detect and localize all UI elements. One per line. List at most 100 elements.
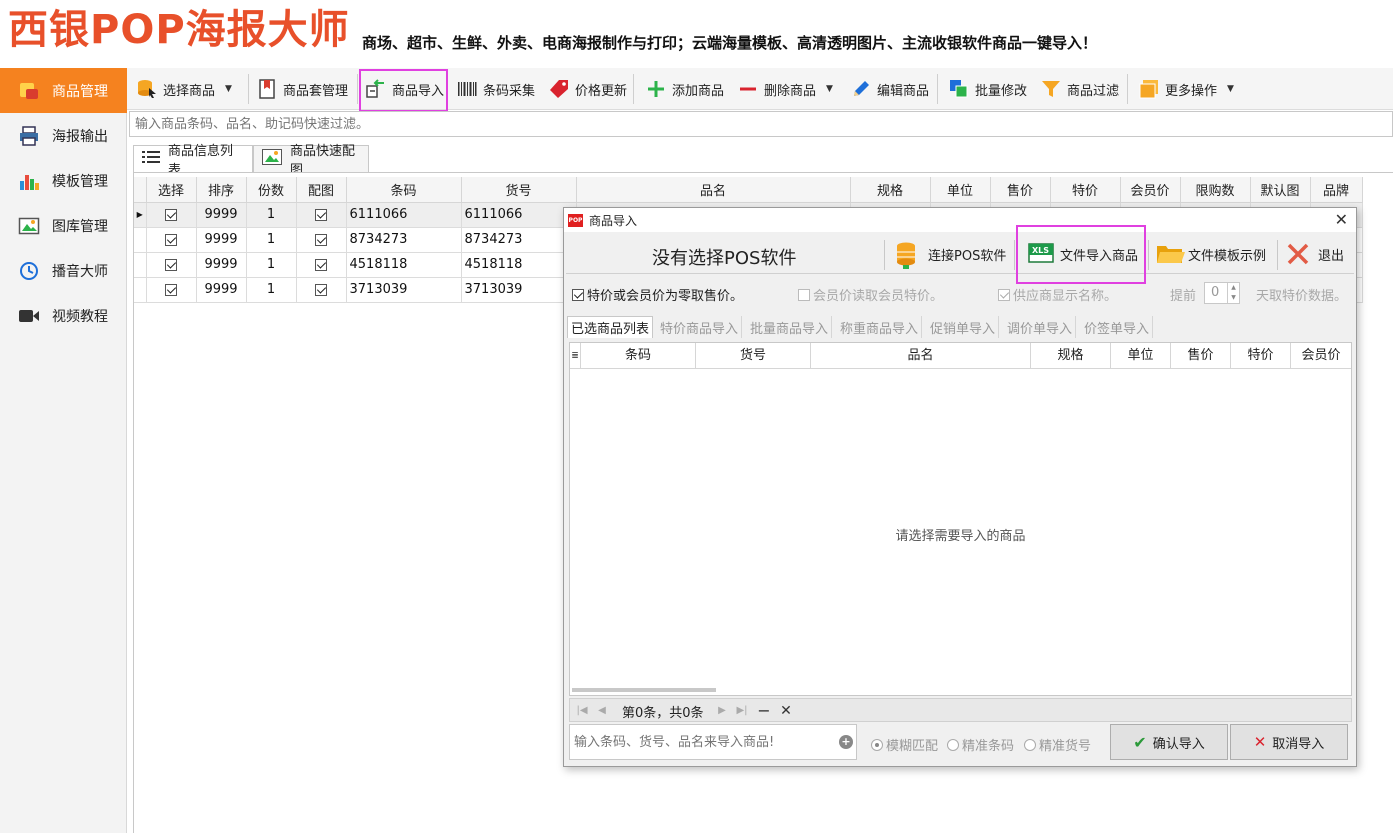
sidebar-item-template-management[interactable]: 模板管理 xyxy=(0,158,127,203)
add-goods-button[interactable]: 添加商品 xyxy=(642,74,728,104)
import-search-input[interactable] xyxy=(569,724,857,760)
column-header[interactable]: 单位 xyxy=(930,177,991,203)
column-header[interactable]: 品名 xyxy=(576,177,851,203)
sidebar-item-poster-output[interactable]: 海报输出 xyxy=(0,113,127,158)
column-header[interactable]: 售价 xyxy=(990,177,1051,203)
column-header[interactable]: 默认图 xyxy=(1250,177,1311,203)
image-checkbox[interactable] xyxy=(315,208,327,221)
image-checkbox[interactable] xyxy=(315,283,327,296)
dialog-toolbar: 没有选择POS软件 连接POS软件 XLS 文件导入商品 文件模板示例 退出 xyxy=(566,234,1354,274)
tab-weighing-import[interactable]: 称重商品导入 xyxy=(837,316,923,338)
column-header[interactable]: 会员价 xyxy=(1291,343,1351,369)
column-header[interactable]: 限购数 xyxy=(1180,177,1251,203)
tab-goods-quick-image[interactable]: 商品快速配图 xyxy=(253,144,369,178)
chevron-down-icon[interactable]: ▼ xyxy=(225,84,232,94)
stepper-arrows-icon[interactable]: ▲ ▼ xyxy=(1227,283,1239,303)
goods-filter-button[interactable]: 商品过滤 xyxy=(1037,74,1123,104)
tab-price-adjust-import[interactable]: 调价单导入 xyxy=(1004,316,1077,338)
chevron-down-icon[interactable]: ▼ xyxy=(826,84,833,94)
connect-pos-button[interactable]: 连接POS软件 xyxy=(896,238,1006,270)
sidebar-item-video-tutorial[interactable]: 视频教程 xyxy=(0,293,127,338)
more-operations-button[interactable]: 更多操作 ▼ xyxy=(1135,74,1238,104)
image-checkbox[interactable] xyxy=(315,233,327,246)
supplier-name-option[interactable]: 供应商显示名称。 xyxy=(998,285,1117,304)
last-page-icon[interactable]: ▶| xyxy=(732,701,752,721)
retail-price-option[interactable]: 特价或会员价为零取售价。 xyxy=(572,285,743,304)
price-update-button[interactable]: 价格更新 xyxy=(545,74,631,104)
column-header[interactable]: 规格 xyxy=(1031,343,1111,369)
image-checkbox[interactable] xyxy=(315,258,327,271)
column-header[interactable]: 单位 xyxy=(1111,343,1171,369)
chevron-down-icon[interactable]: ▼ xyxy=(1227,84,1234,94)
exact-code-radio[interactable]: 精准货号 xyxy=(1024,735,1091,754)
pencil-icon xyxy=(851,79,871,99)
column-chooser-icon[interactable]: ≣ xyxy=(570,343,581,369)
prev-page-icon[interactable]: ◀ xyxy=(592,701,612,721)
filter-icon xyxy=(1041,79,1061,99)
exit-button[interactable]: 退出 xyxy=(1286,238,1344,270)
column-header[interactable]: 排序 xyxy=(196,177,247,203)
edit-goods-button[interactable]: 编辑商品 xyxy=(847,74,933,104)
supplier-name-checkbox[interactable] xyxy=(998,288,1010,301)
confirm-import-button[interactable]: ✔ 确认导入 xyxy=(1110,724,1228,760)
horizontal-scrollbar[interactable] xyxy=(572,688,716,692)
member-price-checkbox[interactable] xyxy=(798,288,810,301)
add-icon[interactable]: + xyxy=(839,735,853,749)
column-header[interactable]: 会员价 xyxy=(1120,177,1181,203)
quick-filter-input[interactable] xyxy=(129,111,1393,137)
tab-goods-info-list[interactable]: 商品信息列表 xyxy=(133,144,253,178)
column-header[interactable]: 规格 xyxy=(850,177,931,203)
tab-promotion-import[interactable]: 促销单导入 xyxy=(927,316,1000,338)
column-header[interactable]: 特价 xyxy=(1231,343,1291,369)
select-checkbox[interactable] xyxy=(165,258,177,271)
select-checkbox[interactable] xyxy=(165,208,177,221)
column-header[interactable]: 货号 xyxy=(461,177,577,203)
barcode-collect-button[interactable]: 条码采集 xyxy=(453,74,539,104)
folder-stack-icon xyxy=(1139,79,1159,99)
file-template-example-button[interactable]: 文件模板示例 xyxy=(1156,238,1266,270)
sidebar-item-broadcast-master[interactable]: 播音大师 xyxy=(0,248,127,293)
sidebar-item-label: 海报输出 xyxy=(52,128,108,145)
close-icon[interactable]: ✕ xyxy=(776,701,796,721)
delete-goods-button[interactable]: 删除商品 ▼ xyxy=(734,74,837,104)
cancel-import-button[interactable]: ✕ 取消导入 xyxy=(1230,724,1348,760)
tab-price-label-import[interactable]: 价签单导入 xyxy=(1081,316,1154,338)
sidebar-item-goods-management[interactable]: 商品管理 xyxy=(0,68,127,113)
radio-indicator[interactable] xyxy=(1024,738,1036,751)
minus-icon xyxy=(738,79,758,99)
tab-special-price-import[interactable]: 特价商品导入 xyxy=(657,316,743,338)
column-header[interactable]: 货号 xyxy=(696,343,811,369)
column-header[interactable]: 品牌 xyxy=(1310,177,1363,203)
sidebar-item-label: 模板管理 xyxy=(52,173,108,190)
radio-indicator[interactable] xyxy=(871,738,883,751)
column-header[interactable]: 售价 xyxy=(1171,343,1231,369)
batch-modify-button[interactable]: 批量修改 xyxy=(945,74,1031,104)
dialog-titlebar[interactable]: POP 商品导入 ✕ xyxy=(564,208,1356,232)
exact-barcode-radio[interactable]: 精准条码 xyxy=(947,735,1014,754)
next-page-icon[interactable]: ▶ xyxy=(712,701,732,721)
column-header[interactable]: 选择 xyxy=(146,177,197,203)
retail-price-checkbox[interactable] xyxy=(572,288,584,301)
first-page-icon[interactable]: |◀ xyxy=(572,701,592,721)
column-header[interactable]: 品名 xyxy=(811,343,1031,369)
column-header[interactable]: 条码 xyxy=(346,177,462,203)
close-icon[interactable]: ✕ xyxy=(1335,210,1348,229)
bookmark-icon xyxy=(257,79,277,99)
import-input-row: + 模糊匹配 精准条码 精准货号 ✔ 确认导入 ✕ 取消导入 xyxy=(569,724,1352,760)
column-header[interactable]: 配图 xyxy=(296,177,347,203)
advance-days-stepper[interactable]: 0 ▲ ▼ xyxy=(1204,282,1240,304)
column-header[interactable]: 特价 xyxy=(1050,177,1121,203)
fuzzy-match-radio[interactable]: 模糊匹配 xyxy=(871,735,938,754)
select-checkbox[interactable] xyxy=(165,283,177,296)
radio-indicator[interactable] xyxy=(947,738,959,751)
tab-selected-goods[interactable]: 已选商品列表 xyxy=(567,316,654,338)
select-checkbox[interactable] xyxy=(165,233,177,246)
sidebar-item-gallery-management[interactable]: 图库管理 xyxy=(0,203,127,248)
goods-set-button[interactable]: 商品套管理 xyxy=(253,74,352,104)
select-goods-button[interactable]: 选择商品 ▼ xyxy=(133,74,236,104)
column-header[interactable]: 份数 xyxy=(246,177,297,203)
column-header[interactable]: 条码 xyxy=(581,343,696,369)
minus-icon[interactable]: − xyxy=(754,701,774,721)
tab-batch-import[interactable]: 批量商品导入 xyxy=(747,316,833,338)
member-price-option[interactable]: 会员价读取会员特价。 xyxy=(798,285,943,304)
